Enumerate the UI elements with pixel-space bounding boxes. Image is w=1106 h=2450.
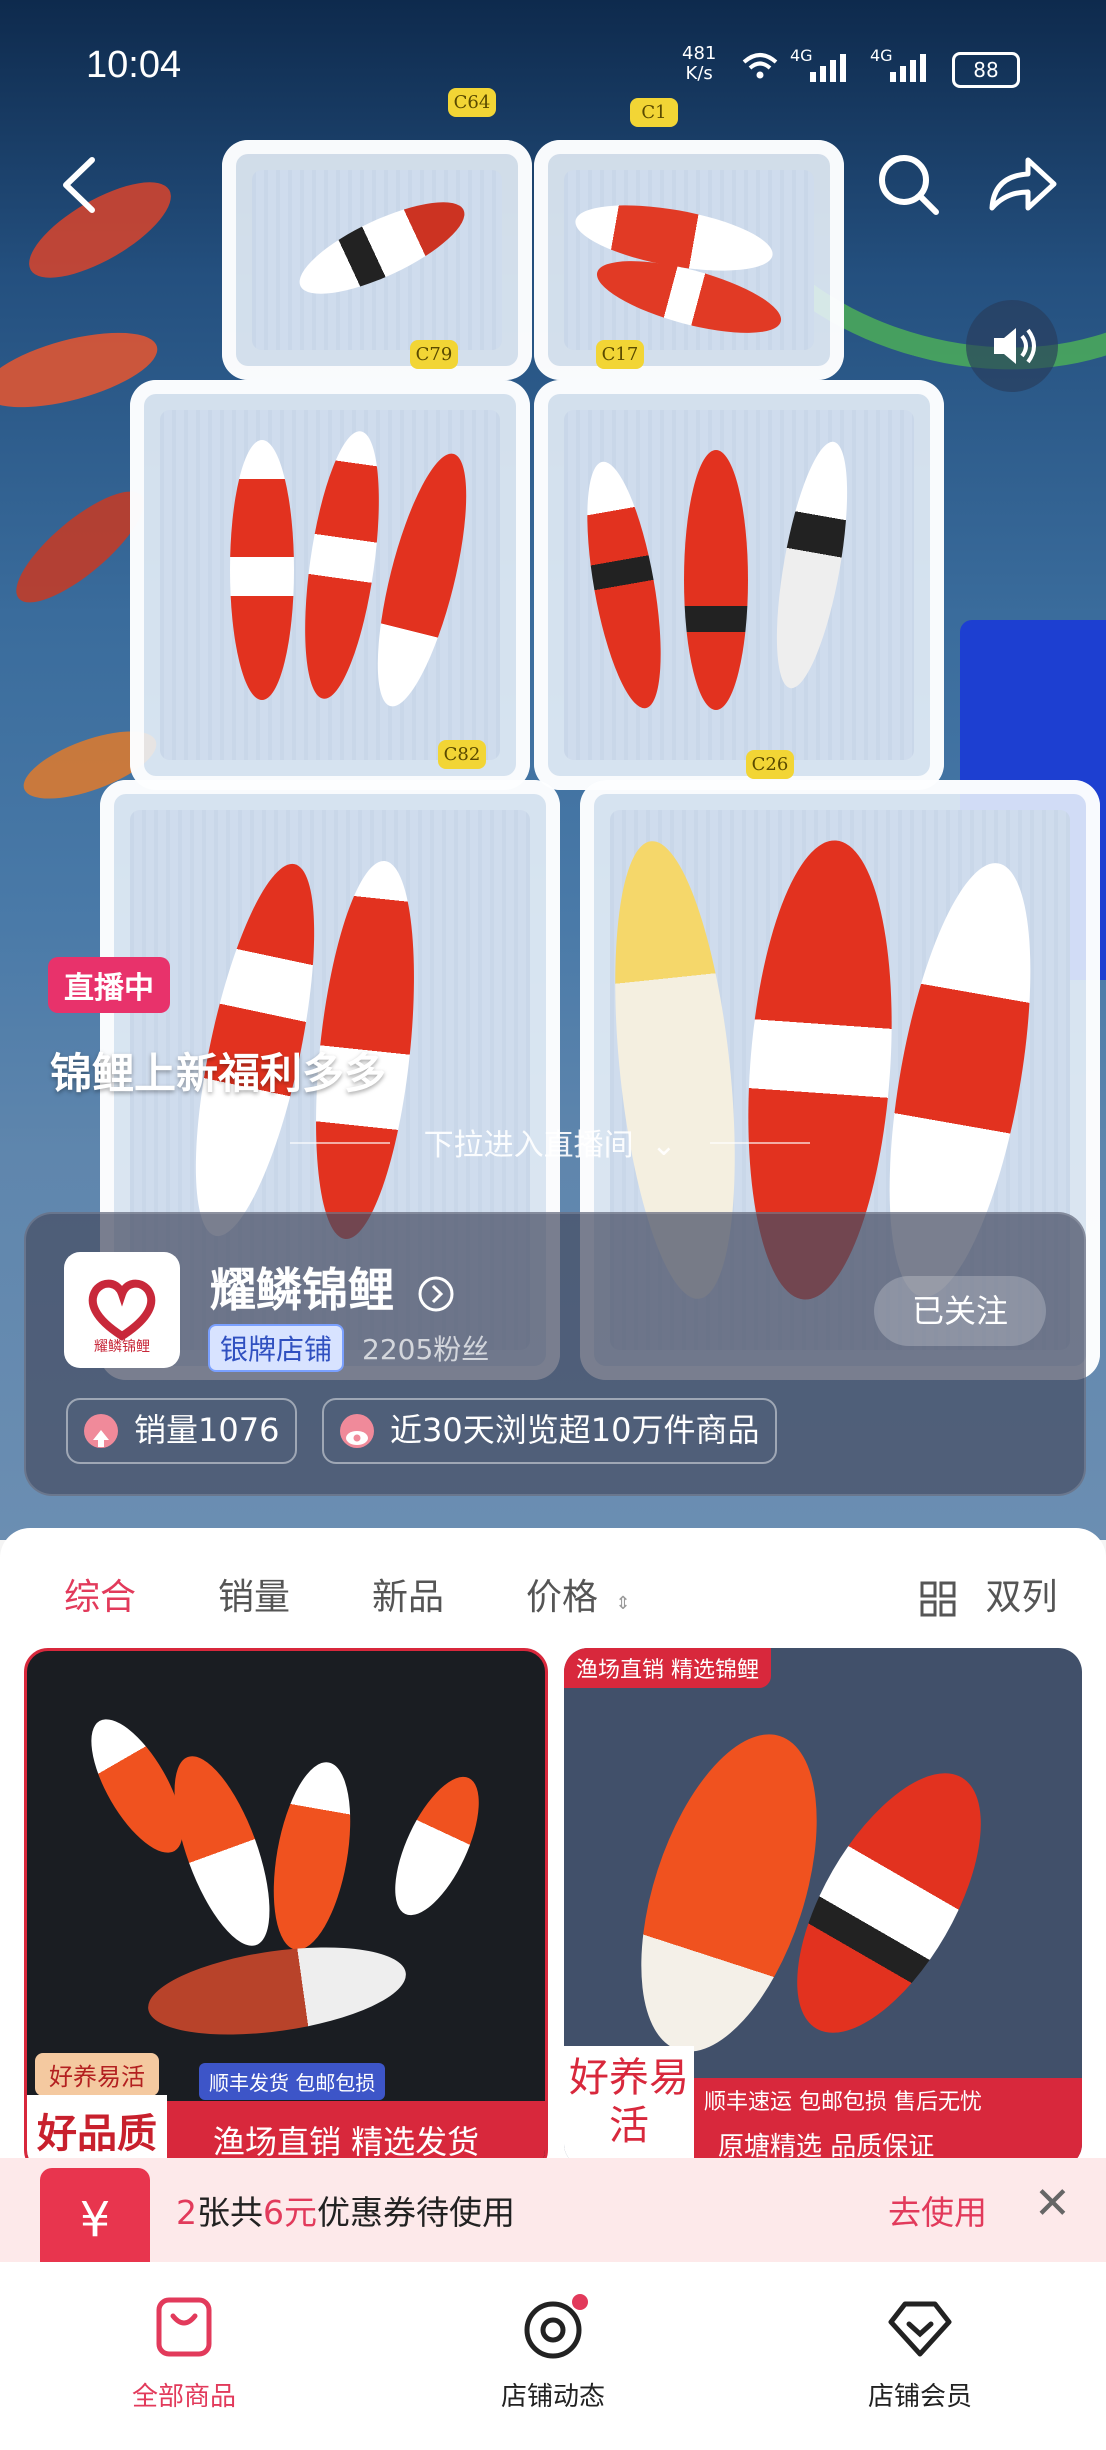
status-time: 10:04	[86, 44, 182, 86]
tab-sales[interactable]: 销量	[218, 1568, 290, 1620]
live-badge: 直播中	[48, 957, 170, 1013]
basket-tag: C79	[410, 340, 458, 369]
shop-level-badge: 银牌店铺	[208, 1324, 345, 1372]
product-card[interactable]: 渔场直销 精选锦鲤 好养易活 顺丰速运 包邮包损 售后无忧 原塘精选 品质保证	[564, 1648, 1082, 2168]
sales-text: 销量1076	[134, 1411, 280, 1449]
net-speed-unit: K/s	[685, 63, 713, 84]
koi-image	[261, 1756, 363, 1956]
shop-info-card: 耀鳞锦鲤 耀鳞锦鲤 银牌店铺 2205粉丝 已关注 销量1076 近30天浏览超…	[24, 1212, 1086, 1496]
speaker-icon[interactable]	[966, 300, 1058, 392]
net-speed-value: 481	[682, 43, 717, 64]
shop-logo[interactable]: 耀鳞锦鲤	[64, 1252, 180, 1368]
chevron-down-icon: ⌄	[651, 1128, 677, 1163]
koi-image	[378, 1765, 496, 1927]
layout-toggle-label: 双列	[985, 1577, 1058, 1618]
nav-all-products[interactable]: 全部商品	[74, 2292, 294, 2413]
shop-name[interactable]: 耀鳞锦鲤	[210, 1254, 456, 1320]
pull-hint-text: 下拉进入直播间	[423, 1128, 634, 1163]
nav-label: 店铺会员	[867, 2382, 972, 2412]
tab-comprehensive[interactable]: 综合	[64, 1568, 136, 1620]
feature-line: 顺丰速运 包邮包损 售后无忧	[694, 2078, 1082, 2122]
chevron-right-circle-icon	[418, 1276, 454, 1311]
signal-icon: 4G	[790, 46, 852, 84]
koi-basket	[534, 380, 944, 790]
layout-toggle[interactable]: 双列	[920, 1568, 1057, 1620]
tab-new[interactable]: 新品	[372, 1568, 444, 1620]
eye-icon	[340, 1414, 374, 1448]
sales-chip: 销量1076	[66, 1398, 298, 1464]
use-coupon-button[interactable]: 去使用	[888, 2186, 987, 2234]
coupon-icon: ¥	[40, 2168, 150, 2272]
member-heart-icon	[885, 2292, 955, 2362]
promo-tag: 好养易活	[35, 2053, 159, 2096]
views-chip: 近30天浏览超10万件商品	[322, 1398, 778, 1464]
koi-image	[154, 1745, 290, 1957]
coupon-text-suffix: 优惠券待使用	[317, 2193, 515, 2232]
top-tag: 渔场直销 精选锦鲤	[564, 1648, 771, 1688]
grid-icon	[920, 1581, 956, 1617]
views-text: 近30天浏览超10万件商品	[390, 1411, 760, 1449]
koi-basket	[222, 140, 532, 380]
nav-shop-member[interactable]: 店铺会员	[810, 2292, 1030, 2413]
close-icon[interactable]: ✕	[1034, 2178, 1071, 2229]
tab-price[interactable]: 价格 ⇕	[526, 1568, 631, 1620]
camera-icon	[518, 2292, 588, 2362]
back-arrow-icon[interactable]	[56, 150, 106, 220]
sort-tabs: 综合 销量 新品 价格 ⇕ 双列	[0, 1568, 1106, 1628]
follow-button[interactable]: 已关注	[874, 1276, 1046, 1346]
battery-indicator: 88	[952, 52, 1020, 88]
shipping-tag: 顺丰发货 包邮包损	[199, 2063, 386, 2100]
side-label: 好养易活	[564, 2046, 694, 2168]
koi-basket	[130, 380, 530, 790]
fans-count: 2205粉丝	[362, 1333, 490, 1366]
share-icon[interactable]	[984, 150, 1060, 220]
band-text: 渔场直销 精选发货	[213, 2123, 480, 2161]
shop-name-text: 耀鳞锦鲤	[210, 1263, 394, 1317]
basket-tag: C26	[746, 750, 794, 779]
coupon-count: 2	[176, 2193, 197, 2232]
shop-logo-text: 耀鳞锦鲤	[94, 1339, 150, 1355]
wifi-icon	[740, 50, 780, 80]
bottom-nav: 全部商品 店铺动态 店铺会员	[0, 2262, 1106, 2450]
nav-label: 全部商品	[131, 2382, 236, 2412]
live-preview-hero[interactable]: C64 C1 C79 C17 C82 C26 10:04 481 K/s 4G …	[0, 0, 1106, 1540]
coupon-text: 2张共6元优惠券待使用	[176, 2186, 515, 2234]
big-label: 好品质	[27, 2095, 167, 2165]
live-title[interactable]: 锦鲤上新福利多多	[50, 1040, 386, 1101]
search-icon[interactable]	[874, 150, 944, 220]
koi-image	[142, 1933, 412, 2049]
product-card[interactable]: 好养易活 顺丰发货 包邮包损 好品质 渔场直销 精选发货	[24, 1648, 548, 2174]
coupon-bar[interactable]: ¥ 2张共6元优惠券待使用 去使用 ✕	[0, 2158, 1106, 2272]
nav-label: 店铺动态	[500, 2382, 605, 2412]
coupon-text-mid: 张共	[197, 2193, 263, 2232]
nav-shop-updates[interactable]: 店铺动态	[443, 2292, 663, 2413]
koi-basket	[534, 140, 844, 380]
signal-icon: 4G	[870, 46, 932, 84]
basket-tag: C17	[596, 340, 644, 369]
status-bar: 10:04 481 K/s 4G 4G 88	[0, 0, 1106, 140]
net-speed: 481 K/s	[682, 44, 716, 84]
sort-arrows-icon: ⇕	[615, 1593, 631, 1614]
coupon-amount: 6元	[263, 2193, 317, 2232]
basket-tag: C82	[438, 740, 486, 769]
tab-price-label: 价格	[526, 1577, 599, 1618]
pull-to-live-hint[interactable]: 下拉进入直播间 ⌄	[280, 1120, 820, 1164]
up-arrow-icon	[84, 1414, 118, 1448]
shopping-bag-icon	[149, 2292, 219, 2362]
